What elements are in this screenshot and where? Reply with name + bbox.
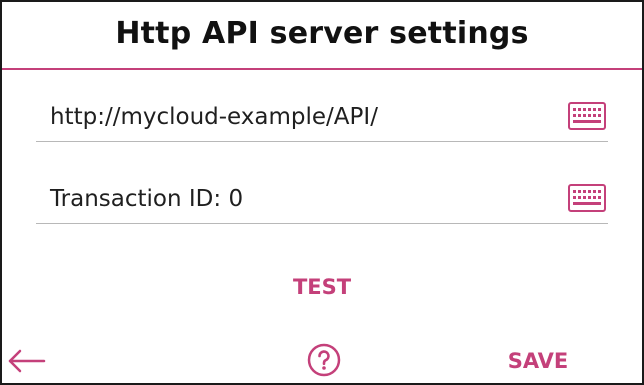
field-underline [36,223,608,224]
server-url-value: http://mycloud-example/API/ [50,104,378,130]
test-button[interactable]: TEST [272,270,372,304]
page-title: Http API server settings [115,16,529,51]
field-underline [36,141,608,142]
keyboard-icon[interactable] [568,184,606,212]
server-url-field[interactable]: http://mycloud-example/API/ [36,98,608,142]
settings-screen: Http API server settings http://mycloud-… [0,0,644,385]
save-button[interactable]: SAVE [496,344,580,378]
transaction-id-value: Transaction ID: 0 [50,186,244,212]
transaction-id-field[interactable]: Transaction ID: 0 [36,180,608,224]
title-divider [2,68,642,70]
help-icon[interactable] [307,343,341,377]
back-arrow-icon[interactable] [6,346,48,376]
keyboard-icon[interactable] [568,102,606,130]
